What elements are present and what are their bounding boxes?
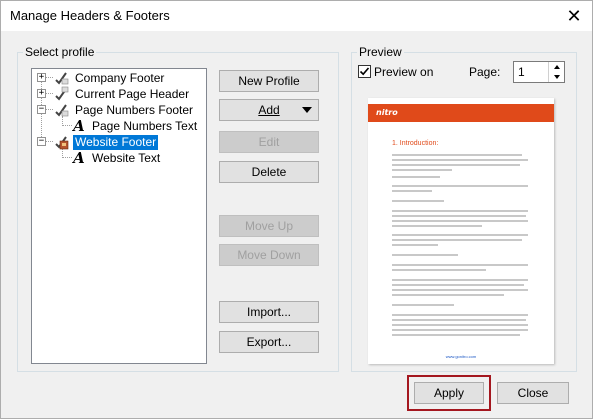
tree-item-page-numbers-footer[interactable]: Page Numbers Footer: [52, 102, 195, 118]
text-a-icon: A: [73, 149, 85, 167]
tree-item-page-numbers-text[interactable]: A Page Numbers Text: [72, 118, 199, 134]
delete-button[interactable]: Delete: [219, 161, 319, 183]
text-line: [392, 225, 482, 227]
header-profile-icon: [52, 86, 70, 102]
text-line: [392, 185, 528, 187]
document-footer-link: www.gonitro.com: [445, 354, 477, 359]
text-line: [392, 190, 432, 192]
tree-item-label: Page Numbers Text: [92, 118, 198, 133]
page-spinner[interactable]: 1: [513, 61, 565, 83]
website-footer-icon: [52, 134, 70, 150]
arrow-up-icon: [553, 65, 560, 69]
tree-connector: [62, 157, 72, 158]
text-line: [392, 284, 524, 286]
manage-headers-footers-dialog: Manage Headers & Footers ✕ Select profil…: [0, 0, 593, 419]
profile-tree[interactable]: + Company Footer + Current Page Header −…: [31, 68, 207, 364]
preview-on-label[interactable]: Preview on: [374, 65, 433, 79]
page-number-input[interactable]: 1: [518, 65, 525, 79]
text-line: [392, 164, 520, 166]
add-button-label: Add: [258, 103, 280, 117]
text-line: [392, 289, 528, 291]
text-line: [392, 154, 522, 156]
close-button[interactable]: Close: [497, 382, 569, 404]
page-label: Page:: [469, 65, 501, 79]
brand-header-bar: nitro: [368, 104, 554, 122]
text-line: [392, 200, 444, 202]
text-line: [392, 269, 486, 271]
text-line: [392, 319, 526, 321]
collapse-toggle[interactable]: −: [37, 105, 46, 114]
select-profile-label: Select profile: [23, 45, 97, 59]
text-line: [392, 264, 528, 266]
expand-toggle[interactable]: +: [37, 89, 46, 98]
edit-button[interactable]: Edit: [219, 131, 319, 153]
text-line: [392, 254, 458, 256]
preview-group-label: Preview: [357, 45, 404, 59]
move-up-button[interactable]: Move Up: [219, 215, 319, 237]
spinner-buttons: [548, 62, 564, 82]
preview-on-checkbox[interactable]: [358, 65, 371, 78]
text-line: [392, 159, 528, 161]
move-down-button[interactable]: Move Down: [219, 244, 319, 266]
text-line: [392, 334, 520, 336]
footer-profile-icon: [52, 102, 70, 118]
spin-down-button[interactable]: [549, 72, 564, 82]
text-line: [392, 314, 528, 316]
text-line: [392, 239, 522, 241]
text-line: [392, 329, 528, 331]
tree-item-website-footer[interactable]: Website Footer: [52, 134, 159, 150]
dropdown-arrow-icon: [302, 107, 312, 113]
spin-up-button[interactable]: [549, 62, 564, 72]
tree-item-website-text[interactable]: A Website Text: [72, 150, 162, 166]
tree-item-label: Current Page Header: [75, 86, 190, 101]
text-line: [392, 324, 528, 326]
document-heading: 1. Introduction:: [392, 140, 439, 147]
title-bar: Manage Headers & Footers ✕: [1, 1, 592, 31]
nitro-logo: nitro: [376, 108, 398, 117]
tree-item-company-footer[interactable]: Company Footer: [52, 70, 166, 86]
text-line: [392, 220, 528, 222]
import-button[interactable]: Import...: [219, 301, 319, 323]
close-icon[interactable]: ✕: [562, 4, 586, 28]
text-line: [392, 304, 454, 306]
dialog-title: Manage Headers & Footers: [10, 8, 170, 23]
tree-item-current-page-header[interactable]: Current Page Header: [52, 86, 191, 102]
text-line: [392, 294, 504, 296]
tree-item-label: Website Text: [92, 150, 161, 165]
text-a-icon: A: [73, 117, 85, 135]
page-preview: nitro 1. Introduction: www.gonitro.com: [368, 98, 554, 364]
text-line: [392, 169, 452, 171]
tree-item-label: Website Footer: [73, 134, 159, 150]
arrow-down-icon: [553, 75, 560, 79]
text-line: [392, 176, 440, 178]
footer-profile-icon: [52, 70, 70, 86]
new-profile-button[interactable]: New Profile: [219, 70, 319, 92]
collapse-toggle[interactable]: −: [37, 137, 46, 146]
tree-item-label: Page Numbers Footer: [75, 102, 194, 117]
tree-connector: [62, 125, 72, 126]
tree-item-label: Company Footer: [75, 70, 165, 85]
checkmark-icon: [359, 67, 370, 76]
apply-button[interactable]: Apply: [414, 382, 484, 404]
text-line: [392, 234, 528, 236]
text-line: [392, 244, 438, 246]
text-line: [392, 210, 528, 212]
text-line: [392, 279, 528, 281]
add-dropdown-button[interactable]: Add: [219, 99, 319, 121]
expand-toggle[interactable]: +: [37, 73, 46, 82]
text-line: [392, 215, 526, 217]
export-button[interactable]: Export...: [219, 331, 319, 353]
